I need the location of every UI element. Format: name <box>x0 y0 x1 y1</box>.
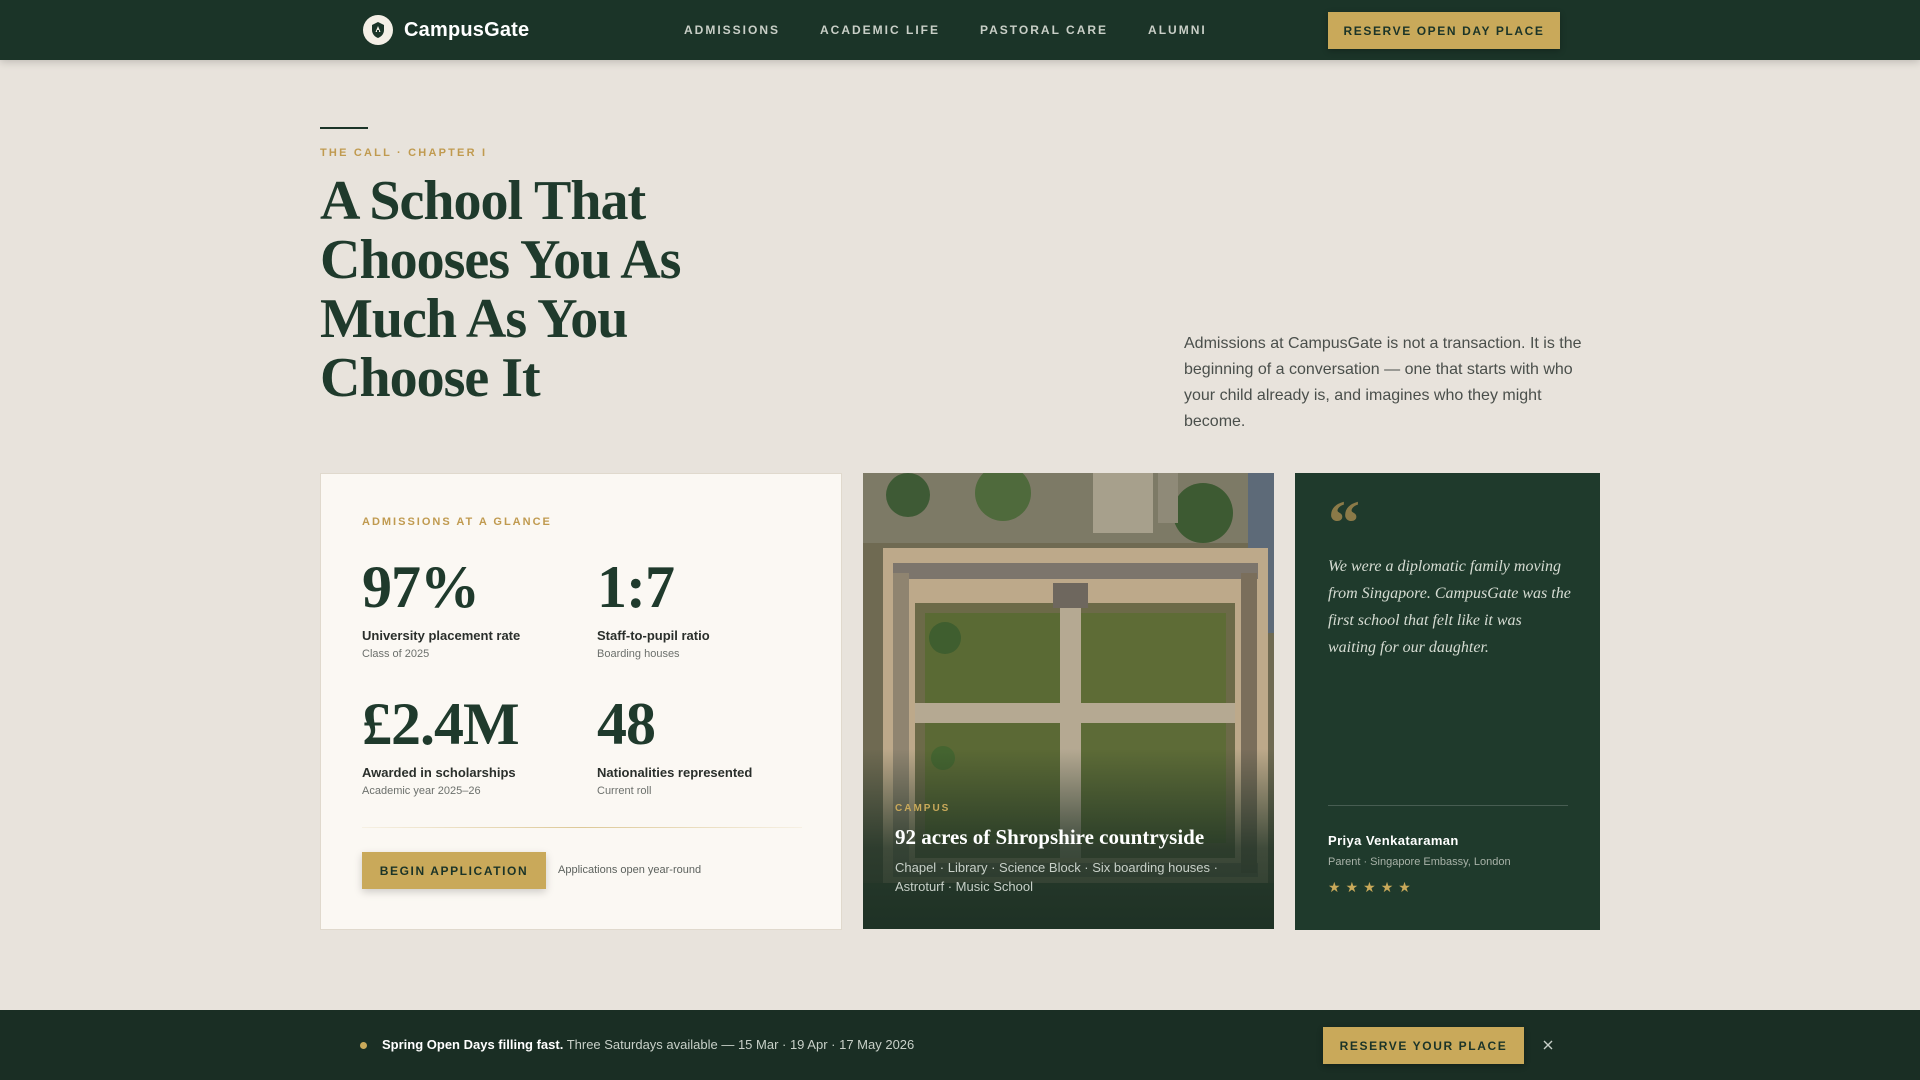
status-dot-icon <box>360 1042 367 1049</box>
hero-intro-text: Admissions at CampusGate is not a transa… <box>1184 335 1582 430</box>
stat-value: 97% <box>362 554 480 620</box>
stat-label: Nationalities represented <box>597 765 753 780</box>
campus-facilities: Chapel · Library · Science Block · Six b… <box>895 860 1218 894</box>
stat-sub: Boarding houses <box>597 648 680 660</box>
stat-scholarships: £2.4M Awarded in scholarships Academic y… <box>362 694 582 797</box>
brand[interactable]: CampusGate <box>363 15 529 45</box>
campus-card[interactable]: CAMPUS 92 acres of Shropshire countrysid… <box>863 473 1274 929</box>
star-icon: ★ <box>1398 879 1411 895</box>
close-icon[interactable] <box>1538 1035 1558 1055</box>
star-icon: ★ <box>1345 879 1359 895</box>
begin-application-button[interactable]: BEGIN APPLICATION <box>362 852 546 889</box>
stat-value: £2.4M <box>362 691 520 757</box>
stat-label: Awarded in scholarships <box>362 765 516 780</box>
shield-logo-icon <box>363 15 393 45</box>
stat-sub: Class of 2025 <box>362 648 430 660</box>
hero-eyebrow: THE CALL · CHAPTER I <box>320 147 488 159</box>
star-icon: ★ <box>1363 879 1376 895</box>
stat-ratio: 1:7 Staff-to-pupil ratio Boarding houses <box>597 557 817 660</box>
reserve-open-day-button[interactable]: RESERVE OPEN DAY PLACE <box>1328 12 1560 49</box>
banner-detail-text: Three Saturdays available — 15 Mar · 19 … <box>563 1037 915 1052</box>
testimonial-card: “ We were a diplomatic family moving fro… <box>1295 473 1600 930</box>
campus-title: 92 acres of Shropshire countryside <box>895 825 1205 849</box>
main-nav: ADMISSIONS ACADEMIC LIFE PASTORAL CARE A… <box>684 0 1207 60</box>
nav-admissions[interactable]: ADMISSIONS <box>684 23 780 37</box>
reserve-place-button[interactable]: RESERVE YOUR PLACE <box>1323 1027 1524 1064</box>
stat-nationalities: 48 Nationalities represented Current rol… <box>597 694 817 797</box>
star-icon: ★ <box>1328 879 1341 895</box>
testimonial-author-role: Parent · Singapore Embassy, London <box>1328 856 1511 868</box>
star-icon: ★ <box>1380 879 1394 895</box>
stat-value: 1:7 <box>597 554 675 620</box>
stat-placement: 97% University placement rate Class of 2… <box>362 557 582 660</box>
testimonial-quote: We were a diplomatic family moving from … <box>1328 558 1571 656</box>
hero-rule <box>320 127 368 129</box>
nav-academic-life[interactable]: ACADEMIC LIFE <box>820 23 940 37</box>
application-note: Applications open year-round <box>558 864 702 876</box>
banner-bold-text: Spring Open Days filling fast. <box>382 1037 564 1052</box>
nav-alumni[interactable]: ALUMNI <box>1148 23 1207 37</box>
stats-eyebrow: ADMISSIONS AT A GLANCE <box>362 516 552 528</box>
stat-label: University placement rate <box>362 628 521 643</box>
banner-text: Spring Open Days filling fast. Three Sat… <box>382 1037 914 1052</box>
testimonial-divider <box>1328 805 1568 806</box>
stat-label: Staff-to-pupil ratio <box>597 628 710 643</box>
star-rating: ★ ★ ★ ★ ★ <box>1328 879 1411 896</box>
nav-pastoral-care[interactable]: PASTORAL CARE <box>980 23 1108 37</box>
top-header: CampusGate ADMISSIONS ACADEMIC LIFE PAST… <box>0 0 1920 60</box>
hero-title: A School That Chooses You As Much As You… <box>320 170 681 409</box>
testimonial-author: Priya Venkataraman <box>1328 833 1459 848</box>
open-day-banner: Spring Open Days filling fast. Three Sat… <box>0 1010 1920 1080</box>
stat-value: 48 <box>597 691 656 757</box>
admissions-stats-card: ADMISSIONS AT A GLANCE 97% University pl… <box>320 473 842 930</box>
campus-eyebrow: CAMPUS <box>895 803 951 814</box>
brand-name: CampusGate <box>404 18 530 41</box>
stat-sub: Current roll <box>597 785 652 797</box>
quote-mark-icon: “ <box>1328 487 1360 558</box>
stat-sub: Academic year 2025–26 <box>362 785 481 797</box>
card-divider <box>362 827 802 828</box>
